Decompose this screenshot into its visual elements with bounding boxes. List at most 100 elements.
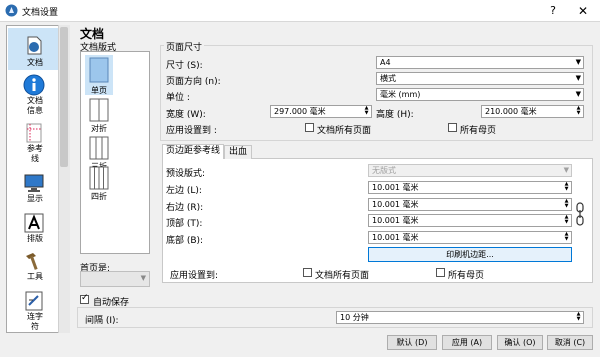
bottom-margin-label: 底部 (B): [166, 236, 204, 246]
top-margin-label: 顶部 (T): [166, 219, 203, 229]
margins-apply-all-master-pages-label: 所有母页 [448, 271, 485, 281]
first-page-select[interactable]: ▼ [80, 271, 150, 287]
nav-label: 连字 符 [27, 312, 43, 331]
document-icon [27, 36, 42, 55]
layout-item-double[interactable]: 对折 [85, 98, 113, 134]
top-margin-spinbox[interactable]: 10.001 毫米 ▲ ▼ [368, 214, 572, 227]
nav-item-document-info[interactable]: 文档 信息 [8, 72, 62, 118]
default-button[interactable]: 默认 (D) [387, 335, 437, 350]
three-fold-icon [89, 136, 109, 160]
title-bar [0, 0, 600, 22]
preset-select[interactable]: 无版式 ▼ [368, 164, 572, 177]
margins-apply-all-doc-pages-checkbox[interactable] [303, 268, 312, 277]
ok-button[interactable]: 确认 (O) [497, 335, 543, 350]
interval-spinbox[interactable]: 10 分钟 ▲ ▼ [336, 311, 584, 324]
size-select[interactable]: A4 ▼ [376, 56, 584, 69]
chevron-down-icon: ▼ [575, 58, 581, 66]
double-page-icon [89, 98, 109, 122]
layout-item-four-fold[interactable]: 四折 [85, 166, 113, 202]
apply-all-master-pages-checkbox[interactable] [448, 123, 457, 132]
top-margin-value: 10.001 毫米 [372, 216, 419, 225]
margins-apply-all-doc-pages-label: 文档所有页面 [315, 271, 370, 281]
tools-icon [26, 253, 38, 270]
orientation-value: 横式 [380, 74, 396, 83]
four-fold-icon [89, 166, 109, 190]
display-icon [24, 174, 44, 192]
tab-margin-guides[interactable]: 页边距参考线 [162, 144, 224, 159]
chevron-down-icon: ▼ [140, 274, 146, 282]
nav-item-guides[interactable]: 参考 线 [8, 120, 62, 166]
size-label: 尺寸 (S): [166, 61, 203, 71]
preset-label: 预设版式: [166, 169, 206, 179]
bottom-margin-value: 10.001 毫米 [372, 233, 419, 242]
nav-item-document[interactable]: 文档 [8, 28, 62, 70]
spin-arrows-icon[interactable]: ▲ ▼ [575, 312, 582, 322]
nav-label: 参考 线 [27, 144, 43, 163]
tab-bleed[interactable]: 出血 [224, 145, 252, 159]
spin-arrows-icon[interactable]: ▲ ▼ [563, 199, 570, 209]
spin-arrows-icon[interactable]: ▲ ▼ [363, 106, 370, 116]
width-spinbox[interactable]: 297.000 毫米 ▲ ▼ [270, 105, 372, 118]
right-margin-value: 10.001 毫米 [372, 200, 419, 209]
layout-label: 四折 [91, 192, 107, 201]
left-margin-label: 左边 (L): [166, 186, 202, 196]
units-value: 毫米 (mm) [380, 90, 421, 99]
interval-label: 间隔 (I): [85, 316, 119, 326]
bottom-margin-spinbox[interactable]: 10.001 毫米 ▲ ▼ [368, 231, 572, 244]
nav-label: 工具 [27, 272, 43, 281]
hyphenation-icon [25, 291, 43, 311]
close-button[interactable]: ✕ [574, 2, 592, 20]
page-size-group-title: 页面尺寸 [164, 40, 205, 53]
margins-apply-to-label: 应用设置到: [170, 271, 219, 281]
layout-label: 对折 [91, 124, 107, 133]
right-margin-spinbox[interactable]: 10.001 毫米 ▲ ▼ [368, 198, 572, 211]
width-value: 297.000 毫米 [274, 107, 326, 116]
autosave-checkbox[interactable] [80, 293, 89, 304]
typography-icon [24, 213, 44, 233]
nav-scrollbar-thumb[interactable] [60, 27, 68, 167]
nav-item-display[interactable]: 显示 [8, 170, 62, 206]
preset-value: 无版式 [372, 166, 396, 175]
height-label: 高度 (H): [376, 110, 414, 120]
nav-item-typography[interactable]: 排版 [8, 210, 62, 246]
interval-value: 10 分钟 [340, 313, 369, 322]
cancel-button[interactable]: 取消 (C) [547, 335, 593, 350]
nav-item-hyphenation[interactable]: 连字 符 [8, 288, 62, 332]
apply-button[interactable]: 应用 (A) [442, 335, 492, 350]
left-margin-value: 10.001 毫米 [372, 183, 419, 192]
guides-icon [26, 123, 42, 143]
left-margin-spinbox[interactable]: 10.001 毫米 ▲ ▼ [368, 181, 572, 194]
height-value: 210.000 毫米 [485, 107, 537, 116]
margins-apply-all-master-pages-checkbox[interactable] [436, 268, 445, 277]
layout-item-single[interactable]: 单页 [85, 55, 113, 95]
nav-item-tools[interactable]: 工具 [8, 248, 62, 284]
help-button[interactable]: ? [544, 2, 562, 20]
width-label: 宽度 (W): [166, 110, 206, 120]
units-select[interactable]: 毫米 (mm) ▼ [376, 88, 584, 101]
orientation-select[interactable]: 横式 ▼ [376, 72, 584, 85]
apply-to-label: 应用设置到 : [166, 126, 217, 136]
nav-label: 显示 [27, 194, 43, 203]
printer-margins-button[interactable]: 印刷机边距... [368, 247, 572, 262]
size-value: A4 [380, 58, 391, 67]
spin-arrows-icon[interactable]: ▲ ▼ [563, 232, 570, 242]
apply-all-doc-pages-checkbox[interactable] [305, 123, 314, 132]
window-title: 文档设置 [22, 8, 59, 18]
nav-label: 文档 [27, 58, 43, 67]
chain-link-icon[interactable] [576, 202, 584, 226]
spin-arrows-icon[interactable]: ▲ ▼ [563, 182, 570, 192]
app-icon [5, 4, 18, 17]
chevron-down-icon: ▼ [563, 166, 569, 174]
right-margin-label: 右边 (R): [166, 203, 204, 213]
height-spinbox[interactable]: 210.000 毫米 ▲ ▼ [481, 105, 584, 118]
nav-label: 排版 [27, 234, 43, 243]
chevron-down-icon: ▼ [575, 90, 581, 98]
layout-label: 单页 [91, 86, 107, 95]
layout-list: 单页 对折 三折 四折 [80, 51, 150, 254]
spin-arrows-icon[interactable]: ▲ ▼ [575, 106, 582, 116]
spin-arrows-icon[interactable]: ▲ ▼ [563, 215, 570, 225]
info-icon [23, 74, 45, 96]
apply-all-master-pages-label: 所有母页 [460, 126, 497, 136]
orientation-label: 页面方向 (n): [166, 77, 221, 87]
apply-all-doc-pages-label: 文档所有页面 [317, 126, 372, 136]
